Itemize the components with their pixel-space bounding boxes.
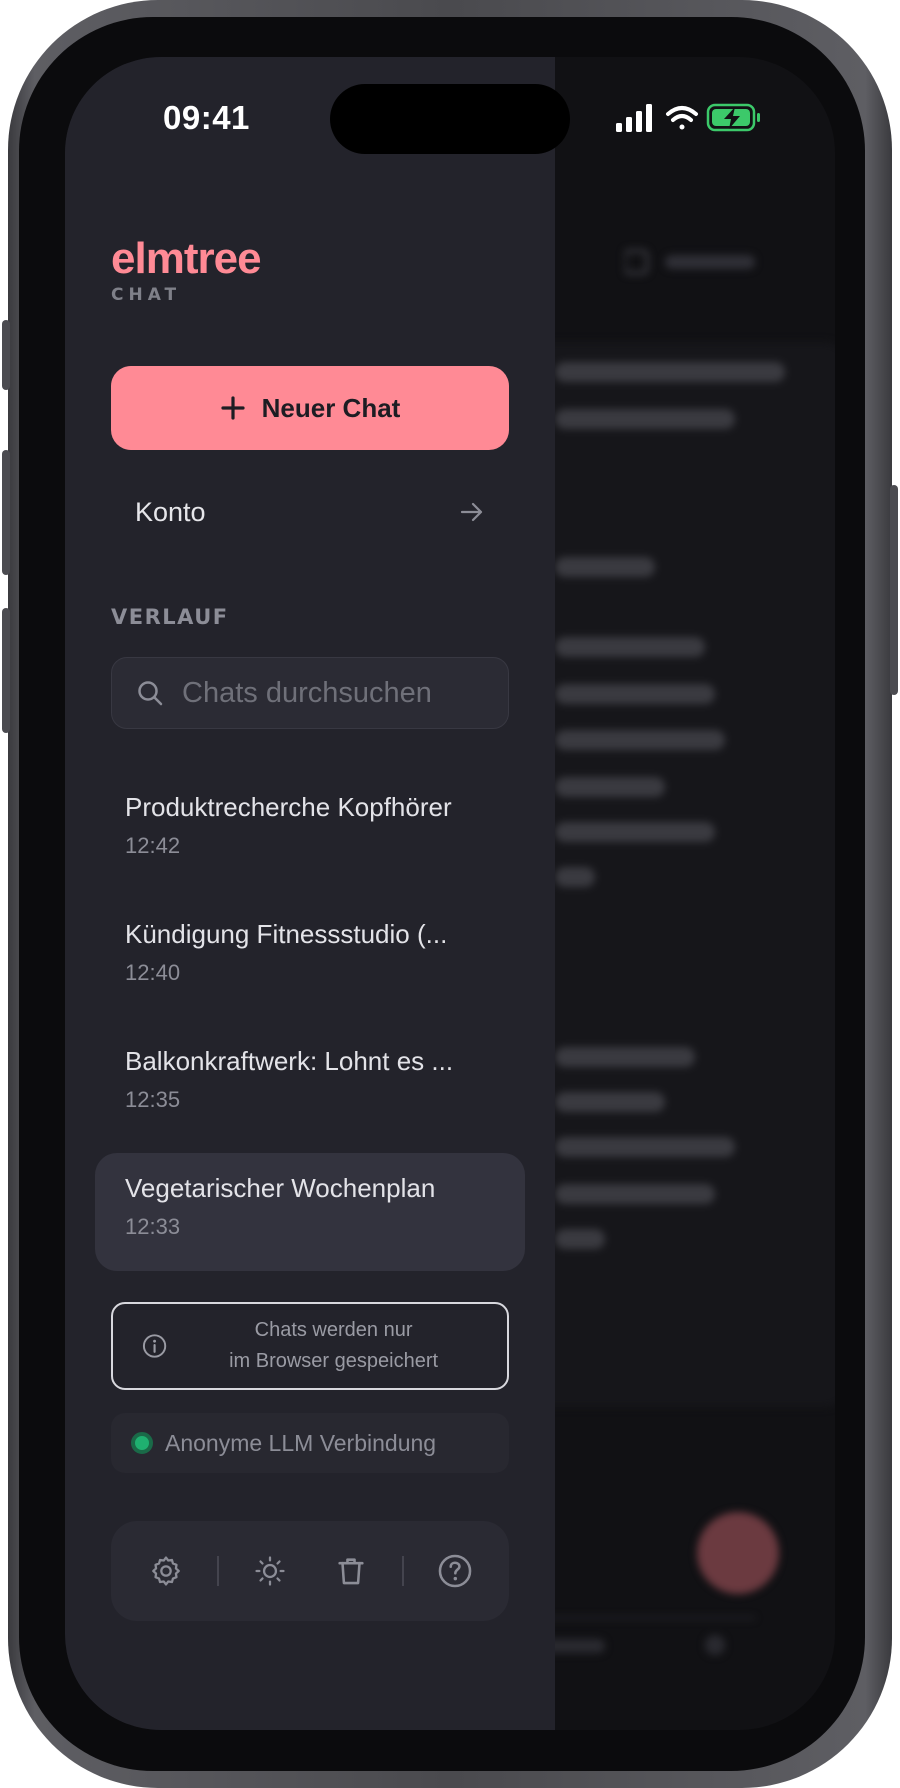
toolbar-divider: [401, 1556, 404, 1586]
bottom-toolbar: [111, 1521, 509, 1621]
gear-icon: [151, 1556, 180, 1586]
send-button-blurred: [697, 1512, 779, 1594]
blurred-text: [555, 362, 785, 382]
blurred-text: [555, 1137, 735, 1157]
volume-up-button: [2, 450, 10, 575]
chat-header-blurred: [623, 247, 755, 283]
trash-icon: [337, 1558, 364, 1585]
toolbar-divider: [216, 1556, 219, 1586]
brand-name: elmtree: [111, 234, 262, 283]
status-icons: [616, 103, 760, 132]
blurred-text: [555, 684, 715, 704]
blurred-text: [555, 777, 665, 797]
blurred-text: [555, 557, 655, 577]
new-chat-label: Neuer Chat: [261, 392, 401, 423]
plus-icon: [221, 396, 245, 420]
status-bar: 09:41: [65, 57, 835, 177]
history-item-title: Produktrecherche Kopfhörer: [125, 792, 452, 822]
screen: elmtree CHAT Neuer Chat Konto VERLAUF Pr…: [65, 57, 835, 1730]
history-item-time: 12:33: [125, 1214, 181, 1239]
status-dot-icon: [131, 1432, 153, 1454]
connection-status-label: Anonyme LLM Verbindung: [165, 1429, 437, 1456]
blurred-text: [555, 409, 735, 429]
history-item[interactable]: Produktrecherche Kopfhörer 12:42: [95, 772, 525, 890]
delete-chats-button[interactable]: [321, 1541, 381, 1601]
blurred-text: [555, 637, 705, 657]
search-input[interactable]: [182, 676, 482, 710]
blurred-text: [555, 1092, 665, 1112]
history-item[interactable]: Kündigung Fitnessstudio (... 12:40: [95, 899, 525, 1017]
history-item-title: Vegetarischer Wochenplan: [125, 1173, 436, 1203]
history-section-label: VERLAUF: [111, 605, 229, 629]
volume-down-button: [2, 608, 10, 733]
sidebar-drawer: elmtree CHAT Neuer Chat Konto VERLAUF Pr…: [65, 57, 555, 1730]
storage-notice-text: Chats werden nur im Browser gespeichert: [188, 1315, 479, 1377]
settings-button[interactable]: [136, 1541, 196, 1601]
power-button: [890, 485, 898, 695]
storage-notice: Chats werden nur im Browser gespeichert: [111, 1302, 509, 1390]
theme-toggle-button[interactable]: [240, 1541, 300, 1601]
history-item[interactable]: Balkonkraftwerk: Lohnt es ... 12:35: [95, 1026, 525, 1144]
blurred-text: [555, 867, 595, 887]
connection-status: Anonyme LLM Verbindung: [111, 1413, 509, 1473]
history-item-time: 12:42: [125, 833, 181, 858]
history-item-time: 12:35: [125, 1087, 181, 1112]
blurred-text: [555, 1184, 715, 1204]
account-link[interactable]: Konto: [111, 477, 509, 547]
status-time: 09:41: [163, 99, 250, 136]
cellular-signal-icon: [616, 104, 652, 132]
help-icon: [438, 1554, 471, 1588]
history-item-time: 12:40: [125, 960, 181, 985]
arrow-right-icon: [460, 502, 483, 522]
info-icon: [142, 1334, 167, 1358]
brand-subtitle: CHAT: [111, 285, 182, 305]
account-label: Konto: [135, 496, 206, 527]
action-button: [2, 320, 10, 390]
search-field[interactable]: [111, 657, 509, 729]
blurred-text: [555, 822, 715, 842]
blurred-text: [555, 1047, 695, 1067]
blurred-text: [555, 730, 725, 750]
new-chat-button[interactable]: Neuer Chat: [111, 366, 509, 450]
history-item-title: Kündigung Fitnessstudio (...: [125, 919, 448, 949]
sun-icon: [254, 1556, 285, 1586]
search-icon: [138, 681, 163, 706]
storage-notice-line-2: im Browser gespeichert: [229, 1350, 439, 1372]
battery-charging-icon: [706, 103, 760, 132]
history-item-title: Balkonkraftwerk: Lohnt es ...: [125, 1046, 454, 1076]
history-item-active[interactable]: Vegetarischer Wochenplan 12:33: [95, 1153, 525, 1271]
blurred-text: [555, 1229, 605, 1249]
brand-logo: elmtree CHAT: [111, 234, 262, 306]
history-list: Produktrecherche Kopfhörer 12:42 Kündigu…: [95, 772, 525, 1280]
wifi-icon: [666, 106, 698, 130]
storage-notice-line-1: Chats werden nur: [254, 1319, 413, 1341]
help-button[interactable]: [425, 1541, 485, 1601]
